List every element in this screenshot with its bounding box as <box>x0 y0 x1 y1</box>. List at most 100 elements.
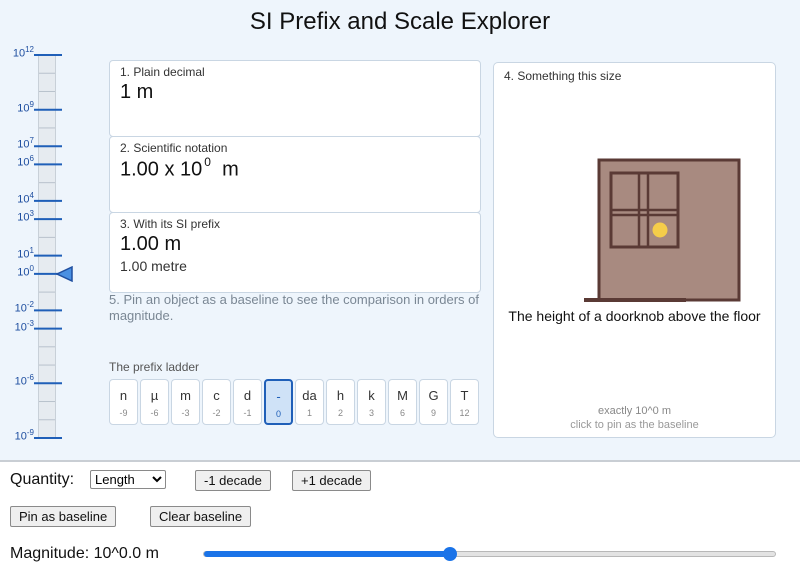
prefix-symbol: h <box>336 388 345 403</box>
ruler-exponent-label: 10-2 <box>0 300 34 315</box>
prefix-step[interactable]: da 1 <box>295 379 324 425</box>
object-card-label: 4. Something this size <box>504 69 622 83</box>
ruler-exponent-label: 10-9 <box>0 428 34 443</box>
prefix-step[interactable]: -0 <box>264 379 293 425</box>
ruler-exponent-label: 101 <box>0 246 34 261</box>
magnitude-slider-fill <box>204 551 450 557</box>
prefix-symbol: da <box>302 388 317 403</box>
prefix-symbol: M <box>397 388 408 403</box>
prefix-symbol: µ <box>150 388 159 403</box>
card-label: 1. Plain decimal <box>120 65 205 79</box>
ruler-label-exponent: -2 <box>26 300 34 310</box>
current-value-pointer-icon[interactable] <box>56 266 74 282</box>
prefix-exponent: 3 <box>368 408 374 418</box>
si-prefix-spelled: 1.00 metre <box>120 258 187 274</box>
prefix-symbol: G <box>428 388 439 403</box>
ruler-label-exponent: 9 <box>29 99 34 109</box>
prefix-symbol: d <box>243 388 252 403</box>
prefix-step[interactable]: G9 <box>419 379 448 425</box>
pin-baseline-button[interactable]: Pin as baseline <box>10 506 117 527</box>
prefix-exponent: 6 <box>399 408 405 418</box>
ruler-label-base: 10 <box>17 211 30 224</box>
prefix-exponent: -3 <box>181 408 190 418</box>
controls-divider <box>0 460 800 462</box>
ruler-exponent-label: 100 <box>0 264 34 279</box>
app-panel: SI Prefix and Scale Explorer 1012 109 107 1… <box>0 0 800 460</box>
object-exact-value: exactly 10^0 m <box>597 405 672 417</box>
magnitude-readout: Magnitude: 10^0.0 m <box>10 545 159 562</box>
prefix-symbol: T <box>460 388 469 403</box>
ruler-label-exponent: -6 <box>26 373 34 383</box>
ruler-label-base: 10 <box>17 193 30 206</box>
prefix-exponent: 0 <box>275 409 281 419</box>
object-card[interactable]: 4. Something this size The height of a d… <box>493 62 776 438</box>
ladder-title: The prefix ladder <box>109 360 200 374</box>
quantity-select[interactable]: Length <box>90 470 166 489</box>
plain-decimal-card: 1. Plain decimal 1 m <box>109 60 481 137</box>
prefix-exponent: -6 <box>150 408 159 418</box>
si-prefix-value: 1.00 m <box>120 233 182 255</box>
prefix-step[interactable]: h2 <box>326 379 355 425</box>
ruler-exponent-label: 104 <box>0 191 34 206</box>
prefix-step[interactable]: n -9 <box>109 379 138 425</box>
scientific-notation-card: 2. Scientific notation 1.00 x 10 0 m <box>109 136 481 213</box>
ruler-label-exponent: 4 <box>29 190 34 200</box>
ruler-label-base: 10 <box>17 157 30 170</box>
plain-decimal-value: 1 m <box>120 81 154 103</box>
ruler-label-base: 10 <box>17 102 30 115</box>
ruler-ticks <box>34 54 62 439</box>
prefix-step[interactable]: µ -6 <box>140 379 169 425</box>
ruler-label-base: 10 <box>17 138 30 151</box>
minus-decade-button[interactable]: -1 decade <box>195 470 271 491</box>
ruler-label-exponent: 1 <box>29 245 34 255</box>
ruler-exponent-label: 10-3 <box>0 319 34 334</box>
prefix-exponent: 1 <box>306 408 312 418</box>
prefix-symbol: - <box>276 389 281 404</box>
magnitude-slider-thumb[interactable] <box>442 547 457 561</box>
prefix-exponent: 12 <box>459 408 470 418</box>
clear-baseline-button[interactable]: Clear baseline <box>150 506 252 527</box>
ruler-label-base: 10 <box>12 47 26 60</box>
prefix-exponent: -2 <box>212 408 221 418</box>
ruler-exponent-label: 10-6 <box>0 373 34 388</box>
scientific-exponent: 0 <box>204 155 211 169</box>
baseline-note: 5. Pin an object as a baseline to see th… <box>109 292 479 323</box>
ruler-label-base: 10 <box>17 248 30 261</box>
prefix-symbol: n <box>119 388 128 403</box>
si-prefix-card: 3. With its SI prefix 1.00 m 1.00 metre <box>109 212 481 293</box>
object-pin-hint: click to pin as the baseline <box>570 419 699 431</box>
ruler-label-base: 10 <box>14 321 27 334</box>
object-caption: The height of a doorknob above the floor <box>508 308 761 324</box>
prefix-step[interactable]: d -1 <box>233 379 262 425</box>
ruler-label-exponent: -9 <box>26 428 34 437</box>
prefix-symbol: k <box>368 388 375 403</box>
magnitude-slider[interactable] <box>203 547 776 561</box>
prefix-step[interactable]: M6 <box>388 379 417 425</box>
card-label: 2. Scientific notation <box>120 141 228 155</box>
prefix-step[interactable]: T 12 <box>450 379 479 425</box>
ruler-label-exponent: 3 <box>29 209 34 219</box>
ruler-label-exponent: 0 <box>29 263 34 273</box>
ruler-label-exponent: -3 <box>26 318 34 328</box>
ruler-exponent-label: 106 <box>0 154 34 169</box>
ruler-label-exponent: 7 <box>29 136 34 146</box>
ruler-label-exponent: 6 <box>29 154 34 164</box>
prefix-exponent: -9 <box>119 408 128 418</box>
plus-decade-button[interactable]: +1 decade <box>292 470 372 491</box>
card-label: 3. With its SI prefix <box>120 217 221 231</box>
ruler-exponent-label: 103 <box>0 209 34 224</box>
prefix-exponent: 9 <box>430 408 436 418</box>
prefix-step[interactable]: k3 <box>357 379 386 425</box>
ruler-label-base: 10 <box>14 302 27 315</box>
scientific-unit: m <box>222 158 239 181</box>
prefix-step[interactable]: c -2 <box>202 379 231 425</box>
quantity-label: Quantity: <box>10 471 75 488</box>
prefix-exponent: 2 <box>337 408 343 418</box>
ruler-label-base: 10 <box>14 375 27 388</box>
scientific-mantissa: 1.00 x 10 <box>120 158 203 181</box>
prefix-step[interactable]: m -3 <box>171 379 200 425</box>
prefix-exponent: -1 <box>243 408 252 418</box>
page-title: SI Prefix and Scale Explorer <box>249 8 551 35</box>
ruler-label-exponent: 12 <box>25 45 34 54</box>
ruler-label-base: 10 <box>14 430 27 443</box>
